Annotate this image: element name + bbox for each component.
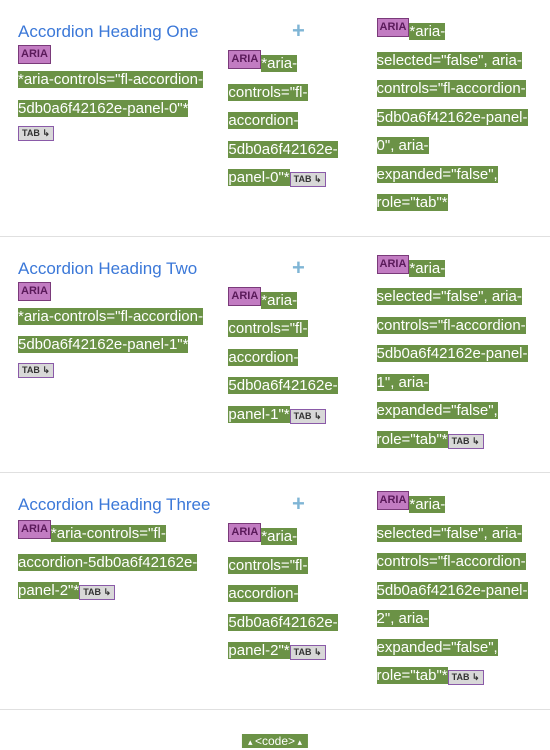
aria-badge-icon: ARIA (377, 491, 410, 510)
aria-attr-text: *aria-controls="fl-accordion-5db0a6f4216… (18, 71, 203, 117)
tab-badge-icon: TAB (290, 172, 326, 187)
tab-badge-icon: TAB (448, 434, 484, 449)
aria-badge-icon: ARIA (228, 523, 261, 542)
aria-attr-text: *aria-selected="false", aria-controls="f… (377, 496, 528, 684)
aria-attr-block: ARIA*aria-selected="false", aria-control… (377, 255, 540, 455)
expand-icon[interactable]: + (228, 255, 368, 281)
aria-attr-text: *aria-controls="fl-accordion-5db0a6f4216… (228, 55, 337, 186)
accordion-row: Accordion Heading Two ARIA *aria-controls… (0, 237, 550, 474)
row-mid: + ARIA*aria-controls="fl-accordion-5db0a… (228, 491, 368, 666)
aria-badge-icon: ARIA (18, 45, 51, 64)
tab-badge-icon: TAB (290, 409, 326, 424)
row-left: Accordion Heading One ARIA *aria-controls… (18, 18, 220, 141)
aria-attr-text: *aria-selected="false", aria-controls="f… (377, 23, 528, 211)
aria-badge-icon: ARIA (228, 287, 261, 306)
aria-attr-block: *aria-controls="fl-accordion-5db0a6f4216… (18, 303, 220, 378)
tab-badge-icon: TAB (18, 363, 54, 378)
aria-attr-block: ARIA*aria-selected="false", aria-control… (377, 491, 540, 691)
row-right: ARIA*aria-selected="false", aria-control… (377, 255, 540, 455)
aria-badge-icon: ARIA (18, 520, 51, 539)
tab-badge-icon: TAB (18, 126, 54, 141)
aria-badge-icon: ARIA (377, 255, 410, 274)
aria-attr-text: *aria-selected="false", aria-controls="f… (377, 260, 528, 448)
aria-attr-block: ARIA*aria-controls="fl-accordion-5db0a6f… (228, 287, 368, 430)
aria-attr-text: *aria-controls="fl-accordion-5db0a6f4216… (228, 292, 337, 423)
accordion-row: Accordion Heading One ARIA *aria-controls… (0, 0, 550, 237)
tab-badge-icon: TAB (79, 585, 115, 600)
aria-badge-icon: ARIA (377, 18, 410, 37)
aria-attr-block: ARIA*aria-controls="fl-accordion-5db0a6f… (228, 50, 368, 193)
aria-attr-block: ARIA*aria-controls="fl-accordion-5db0a6f… (18, 520, 220, 606)
tab-badge-icon: TAB (290, 645, 326, 660)
expand-icon[interactable]: + (228, 18, 368, 44)
expand-icon[interactable]: + (228, 491, 368, 517)
row-right: ARIA*aria-selected="false", aria-control… (377, 18, 540, 218)
aria-attr-text: *aria-controls="fl-accordion-5db0a6f4216… (18, 308, 203, 354)
tab-badge-icon: TAB (448, 670, 484, 685)
row-right: ARIA*aria-selected="false", aria-control… (377, 491, 540, 691)
aria-badge-icon: ARIA (228, 50, 261, 69)
aria-badge-icon: ARIA (18, 282, 51, 301)
row-mid: + ARIA*aria-controls="fl-accordion-5db0a… (228, 18, 368, 193)
aria-attr-block: ARIA*aria-controls="fl-accordion-5db0a6f… (228, 523, 368, 666)
accordion-heading[interactable]: Accordion Heading Three (18, 495, 210, 514)
aria-attr-block: ARIA*aria-selected="false", aria-control… (377, 18, 540, 218)
row-left: Accordion Heading Three ARIA*aria-contro… (18, 491, 220, 606)
row-mid: + ARIA*aria-controls="fl-accordion-5db0a… (228, 255, 368, 430)
row-left: Accordion Heading Two ARIA *aria-controls… (18, 255, 220, 378)
code-toggle-button[interactable]: <code> (242, 734, 308, 748)
accordion-row: Accordion Heading Three ARIA*aria-contro… (0, 473, 550, 710)
accordion-heading[interactable]: Accordion Heading One (18, 22, 199, 41)
aria-attr-block: *aria-controls="fl-accordion-5db0a6f4216… (18, 66, 220, 141)
aria-attr-text: *aria-controls="fl-accordion-5db0a6f4216… (228, 528, 337, 659)
accordion-heading[interactable]: Accordion Heading Two (18, 259, 197, 278)
